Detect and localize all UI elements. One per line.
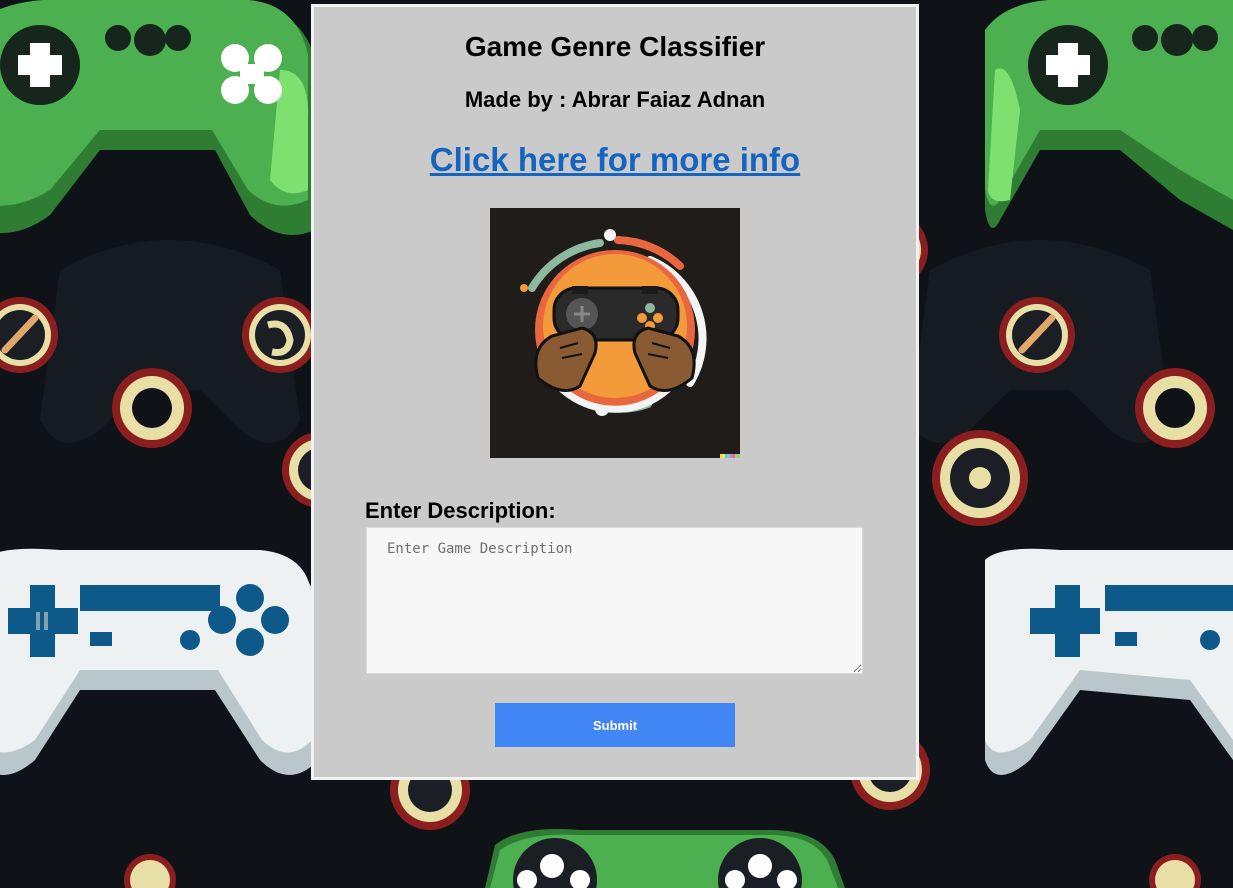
more-info-link[interactable]: Click here for more info: [314, 141, 916, 179]
description-label: Enter Description:: [365, 498, 556, 523]
green-controller-bottom: [485, 829, 845, 888]
author-subtitle: Made by : Abrar Faiaz Adnan: [464, 87, 766, 112]
gamepad-hands-logo: [490, 208, 740, 458]
classifier-card: Game Genre Classifier Made by : Abrar Fa…: [311, 4, 919, 780]
submit-button[interactable]: Submit: [495, 703, 735, 747]
page-title: Game Genre Classifier: [464, 31, 766, 62]
description-field[interactable]: [366, 527, 863, 674]
